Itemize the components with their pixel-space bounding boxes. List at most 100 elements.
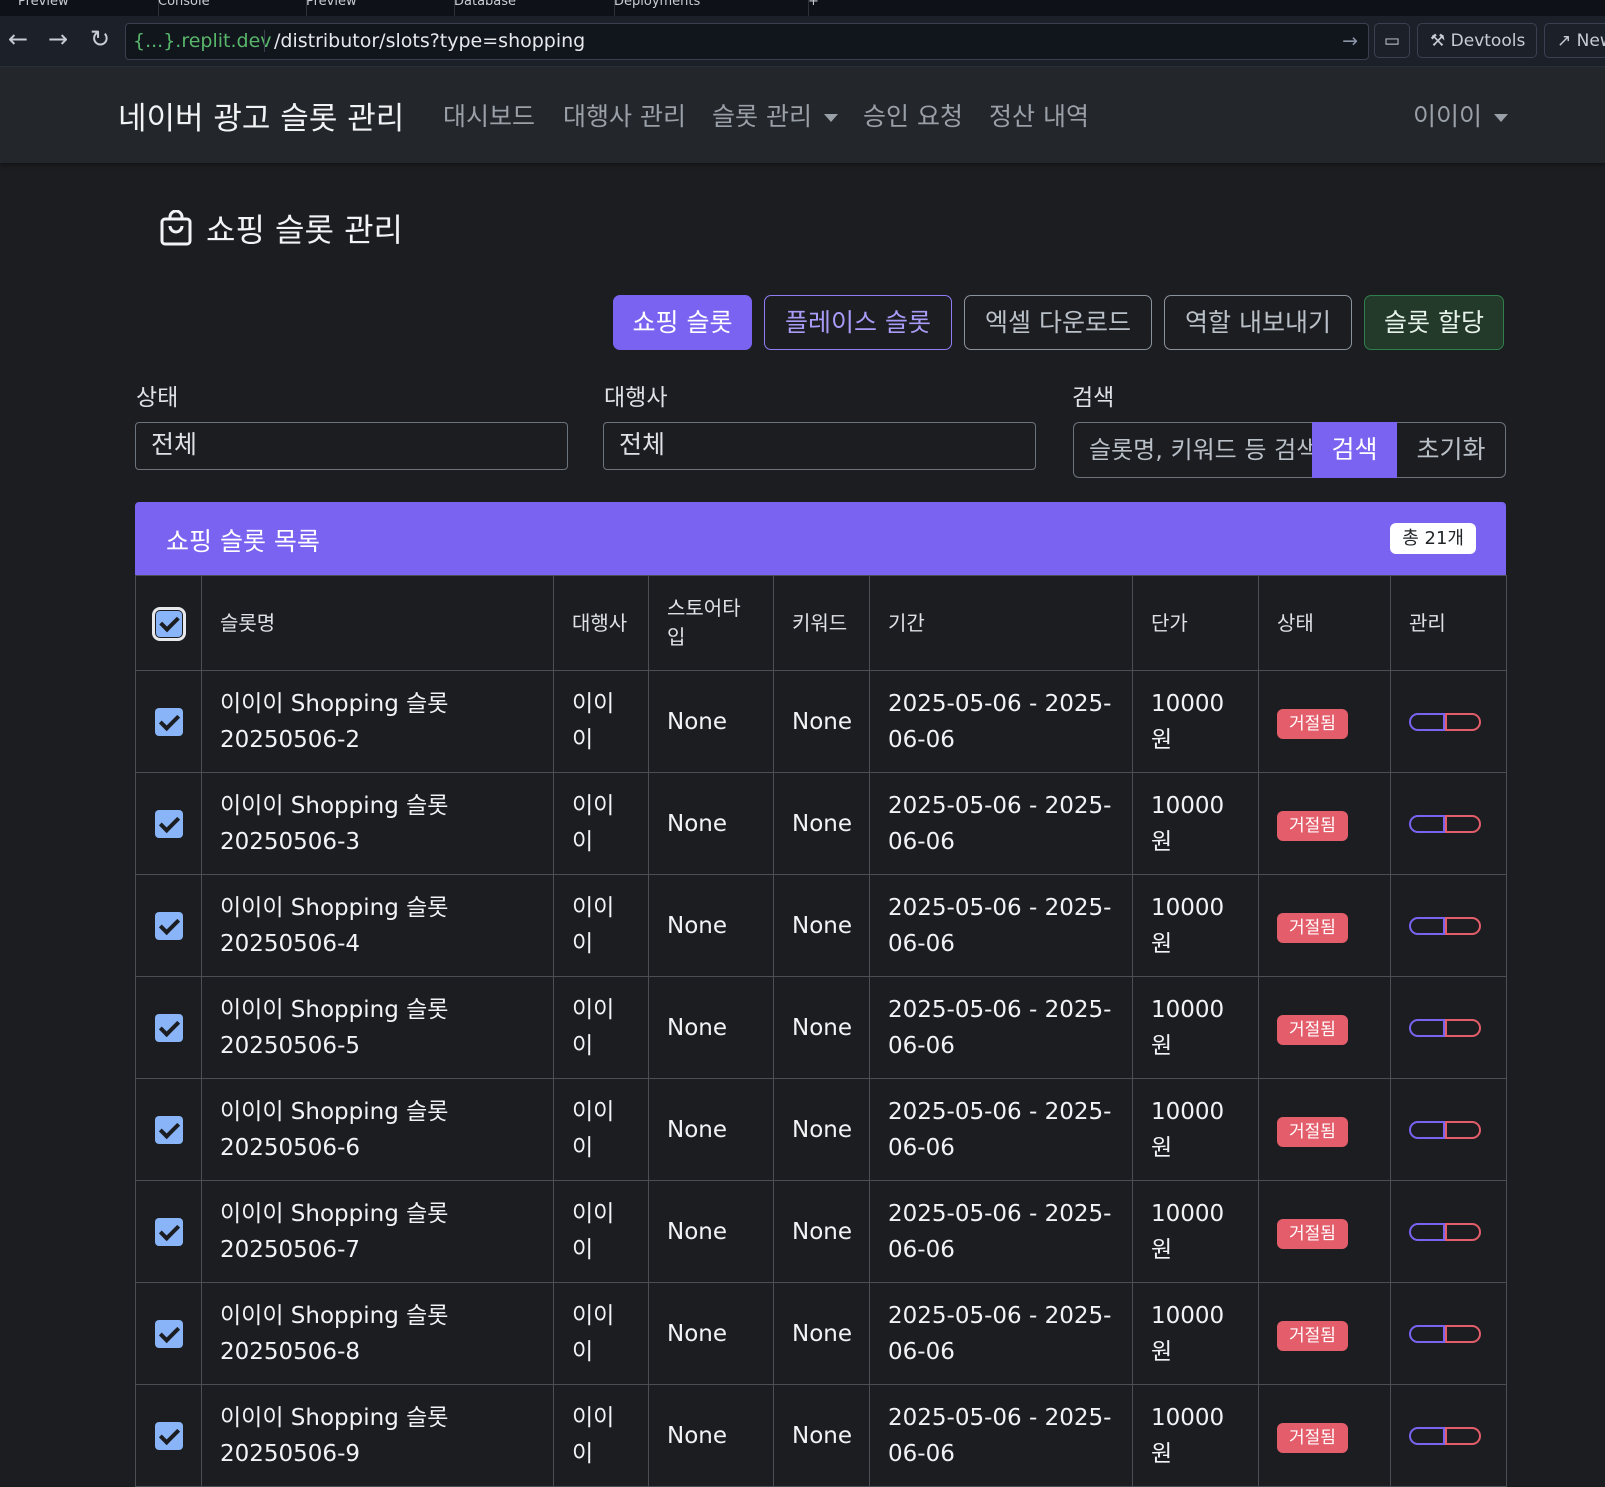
tab-console[interactable]: Console	[140, 0, 307, 16]
delete-button[interactable]	[1445, 815, 1481, 833]
table-row: 이이이 Shopping 슬롯 20250506-5 이이이 None None 202…	[135, 976, 1507, 1079]
brand-title[interactable]: 네이버 광고 슬롯 관리	[118, 93, 404, 138]
period-cell: 2025-05-06 - 2025-06-06	[869, 1078, 1133, 1181]
tab-preview[interactable]: Preview	[0, 0, 159, 16]
search-input[interactable]: 슬롯명, 키워드 등 검색	[1073, 422, 1312, 478]
edit-button[interactable]	[1409, 1121, 1445, 1139]
edit-button[interactable]	[1409, 917, 1445, 935]
excel-download-button[interactable]: 엑셀 다운로드	[964, 295, 1152, 350]
tab-deployments[interactable]: Deployments	[596, 0, 809, 16]
slot-name-cell: 이이이 Shopping 슬롯 20250506-5	[201, 976, 554, 1079]
edit-button[interactable]	[1409, 1019, 1445, 1037]
status-cell: 거절됨	[1258, 1180, 1391, 1283]
store-type-cell: None	[648, 772, 774, 875]
store-type-cell: None	[648, 1078, 774, 1181]
slot-name-cell: 이이이 Shopping 슬롯 20250506-9	[201, 1384, 554, 1487]
place-slot-button[interactable]: 플레이스 슬롯	[764, 295, 952, 350]
keyword-cell: None	[773, 874, 870, 977]
manage-cell	[1390, 1078, 1507, 1181]
col-price: 단가	[1132, 575, 1259, 671]
row-checkbox[interactable]	[154, 708, 183, 736]
delete-button[interactable]	[1445, 1427, 1481, 1445]
nav-settlement-history[interactable]: 정산 내역	[989, 97, 1089, 133]
agency-select[interactable]: 전체	[603, 422, 1036, 470]
slot-name-cell: 이이이 Shopping 슬롯 20250506-8	[201, 1282, 554, 1385]
page-title: 쇼핑 슬롯 관리	[160, 205, 403, 254]
status-badge: 거절됨	[1277, 1218, 1348, 1249]
row-checkbox[interactable]	[154, 1014, 183, 1042]
new-tab-link-button[interactable]: ↗ New tab	[1544, 23, 1605, 58]
new-tab-button[interactable]: +	[790, 0, 848, 16]
assign-slot-button[interactable]: 슬롯 할당	[1364, 295, 1504, 350]
delete-button[interactable]	[1445, 1121, 1481, 1139]
app-navbar: 네이버 광고 슬롯 관리 대시보드 대행사 관리 슬롯 관리 승인 요청 정산 …	[0, 67, 1605, 163]
edit-button[interactable]	[1409, 1427, 1445, 1445]
delete-button[interactable]	[1445, 713, 1481, 731]
external-link-icon: ↗	[1557, 31, 1572, 51]
edit-button[interactable]	[1409, 815, 1445, 833]
agency-cell: 이이이	[553, 1078, 649, 1181]
reload-icon[interactable]: ↻	[85, 24, 115, 54]
shopping-slot-button[interactable]: 쇼핑 슬롯	[613, 295, 752, 350]
nav-agency-management[interactable]: 대행사 관리	[563, 97, 686, 133]
status-badge: 거절됨	[1277, 708, 1348, 739]
devtools-button[interactable]: ⚒ Devtools	[1417, 23, 1537, 58]
col-keyword: 키워드	[773, 575, 870, 671]
delete-button[interactable]	[1445, 917, 1481, 935]
slot-name-cell: 이이이 Shopping 슬롯 20250506-2	[201, 670, 554, 773]
row-checkbox-cell	[135, 670, 202, 773]
manage-cell	[1390, 670, 1507, 773]
status-badge: 거절됨	[1277, 810, 1348, 841]
row-checkbox[interactable]	[154, 810, 183, 838]
delete-button[interactable]	[1445, 1223, 1481, 1241]
go-icon[interactable]: →	[1342, 24, 1358, 59]
url-divider	[264, 30, 265, 52]
manage-button-group	[1409, 815, 1481, 833]
new-tab-label: New tab	[1576, 31, 1605, 51]
shopping-bag-icon	[160, 209, 192, 254]
status-cell: 거절됨	[1258, 976, 1391, 1079]
store-type-cell: None	[648, 1282, 774, 1385]
manage-cell	[1390, 874, 1507, 977]
period-cell: 2025-05-06 - 2025-06-06	[869, 1282, 1133, 1385]
status-select[interactable]: 전체	[135, 422, 568, 470]
delete-button[interactable]	[1445, 1325, 1481, 1343]
row-checkbox-cell	[135, 874, 202, 977]
edit-button[interactable]	[1409, 1325, 1445, 1343]
nav-approval-requests[interactable]: 승인 요청	[863, 97, 963, 133]
user-menu[interactable]: 이이이	[1413, 97, 1509, 133]
chevron-down-icon	[823, 114, 838, 122]
manage-button-group	[1409, 1019, 1481, 1037]
edit-button[interactable]	[1409, 713, 1445, 731]
row-checkbox[interactable]	[154, 1218, 183, 1246]
slot-table: 슬롯명 대행사 스토어타입 키워드 기간 단가 상태 관리 이이이 Shoppi…	[135, 575, 1507, 1487]
nav-slot-management-label: 슬롯 관리	[712, 102, 812, 131]
reset-button[interactable]: 초기화	[1397, 422, 1506, 478]
nav-dashboard[interactable]: 대시보드	[443, 97, 535, 133]
row-checkbox-cell	[135, 1180, 202, 1283]
export-role-button[interactable]: 역할 내보내기	[1164, 295, 1352, 350]
row-checkbox[interactable]	[154, 912, 183, 940]
table-row: 이이이 Shopping 슬롯 20250506-9 이이이 None None 202…	[135, 1384, 1507, 1487]
status-cell: 거절됨	[1258, 1384, 1391, 1487]
search-button[interactable]: 검색	[1312, 422, 1397, 478]
row-checkbox[interactable]	[154, 1320, 183, 1348]
delete-button[interactable]	[1445, 1019, 1481, 1037]
table-header-row: 슬롯명 대행사 스토어타입 키워드 기간 단가 상태 관리	[135, 575, 1507, 671]
row-checkbox[interactable]	[154, 1422, 183, 1450]
period-cell: 2025-05-06 - 2025-06-06	[869, 976, 1133, 1079]
agency-cell: 이이이	[553, 1384, 649, 1487]
forward-icon[interactable]: →	[43, 24, 73, 54]
tab-database[interactable]: Database	[436, 0, 615, 16]
nav-slot-management[interactable]: 슬롯 관리	[712, 97, 838, 133]
edit-button[interactable]	[1409, 1223, 1445, 1241]
tab-preview-2[interactable]: Preview	[288, 0, 455, 16]
select-all-checkbox[interactable]	[151, 607, 186, 641]
keyword-cell: None	[773, 772, 870, 875]
device-icon[interactable]: ▭	[1374, 23, 1410, 58]
status-cell: 거절됨	[1258, 874, 1391, 977]
back-icon[interactable]: ←	[3, 24, 33, 54]
row-checkbox[interactable]	[154, 1116, 183, 1144]
url-input[interactable]: {...}.replit.dev /distributor/slots?type…	[125, 23, 1369, 60]
slot-list-header: 쇼핑 슬롯 목록 총 21개	[135, 502, 1506, 575]
